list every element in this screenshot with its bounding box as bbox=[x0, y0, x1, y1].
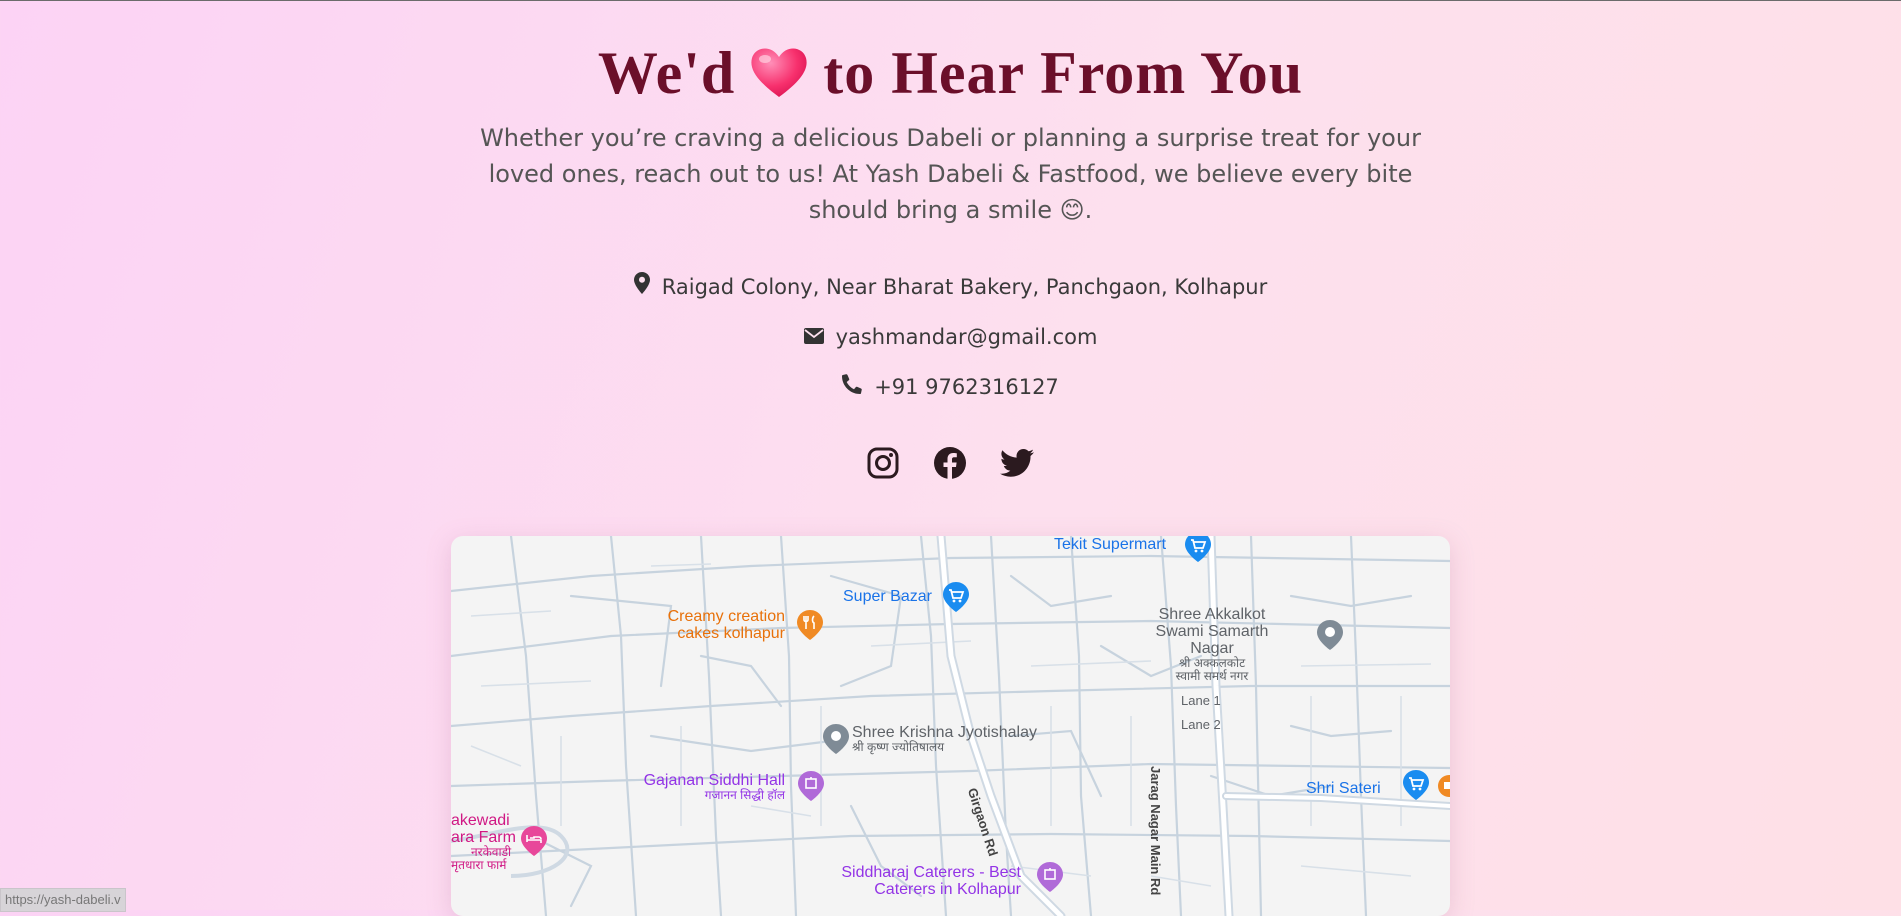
shopping-cart-icon[interactable] bbox=[1185, 536, 1211, 566]
intro-end: . bbox=[1084, 196, 1093, 224]
road-label-lane2: Lane 2 bbox=[1181, 717, 1221, 732]
event-venue-icon[interactable] bbox=[1037, 862, 1063, 896]
place-pin-icon[interactable] bbox=[823, 724, 849, 758]
facebook-icon[interactable] bbox=[933, 446, 967, 484]
contact-email[interactable]: yashmandar@gmail.com bbox=[0, 321, 1901, 352]
twitter-icon[interactable] bbox=[999, 449, 1034, 481]
akkalkot-line2: Swami Samarth Nagar bbox=[1155, 623, 1269, 657]
gajanan-line2: गजानन सिद्धी हॉल bbox=[704, 788, 785, 802]
smile-emoji: 😊 bbox=[1059, 196, 1085, 224]
place-pin-icon[interactable] bbox=[1317, 620, 1343, 654]
map-label-tekit-supermart[interactable]: Tekit Supermart bbox=[1054, 536, 1166, 553]
map-label-super-bazar[interactable]: Super Bazar bbox=[843, 588, 932, 605]
krishna-line1: Shree Krishna Jyotishalay bbox=[852, 724, 1037, 741]
krishna-line2: श्री कृष्ण ज्योतिषालय bbox=[852, 740, 945, 754]
road-label-jarag-nagar: Jarag Nagar Main Rd bbox=[1148, 766, 1163, 896]
phone-link[interactable]: +91 9762316127 bbox=[874, 375, 1059, 399]
road-label-lane1: Lane 1 bbox=[1181, 693, 1221, 708]
event-venue-icon[interactable] bbox=[798, 771, 824, 805]
map-label-siddharaj[interactable]: Siddharaj Caterers - Best Caterers in Kol… bbox=[831, 864, 1021, 898]
heart-icon bbox=[749, 44, 809, 114]
title-before: We'd bbox=[597, 40, 736, 106]
map-pin-icon bbox=[633, 272, 650, 302]
page-title: We'd to Hear From You bbox=[0, 38, 1901, 114]
map-label-creamy-creation[interactable]: Creamy creation cakes kolhapur bbox=[665, 608, 785, 642]
gajanan-line1: Gajanan Siddhi Hall bbox=[643, 772, 785, 789]
status-bar-url: https://yash-dabeli.v bbox=[0, 888, 126, 912]
top-border bbox=[0, 0, 1901, 1]
farm-line4: मृतधारा फार्म bbox=[451, 858, 507, 872]
title-after: to Hear From You bbox=[823, 40, 1304, 106]
shopping-cart-icon[interactable] bbox=[943, 582, 969, 616]
phone-icon bbox=[842, 372, 862, 402]
social-links bbox=[0, 446, 1901, 484]
embedded-map[interactable]: Tekit Supermart Super Bazar Creamy creat… bbox=[451, 536, 1450, 916]
siddharaj-line1: Siddharaj Caterers - Best bbox=[841, 864, 1021, 881]
farm-line2: ara Farm bbox=[451, 829, 516, 846]
intro-body: Whether you’re craving a delicious Dabel… bbox=[480, 124, 1421, 224]
creamy-line2: cakes kolhapur bbox=[677, 625, 785, 642]
map-label-farm[interactable]: akewadi ara Farm नरकेवाडी मृतधारा फार्म bbox=[451, 812, 516, 872]
restaurant-icon[interactable] bbox=[797, 610, 823, 644]
contact-phone[interactable]: +91 9762316127 bbox=[0, 371, 1901, 402]
siddharaj-line2: Caterers in Kolhapur bbox=[874, 881, 1021, 898]
intro-text: Whether you’re craving a delicious Dabel… bbox=[480, 120, 1421, 228]
akkalkot-line1: Shree Akkalkot bbox=[1158, 606, 1266, 623]
map-label-krishna[interactable]: Shree Krishna Jyotishalay श्री कृष्ण ज्यो… bbox=[852, 724, 1037, 754]
orange-place-icon[interactable] bbox=[1436, 774, 1450, 804]
email-link[interactable]: yashmandar@gmail.com bbox=[836, 325, 1098, 349]
farm-line1: akewadi bbox=[451, 812, 510, 829]
akkalkot-line4: स्वामी समर्थ नगर bbox=[1175, 669, 1249, 683]
instagram-icon[interactable] bbox=[867, 447, 899, 483]
lodging-icon[interactable] bbox=[521, 826, 547, 860]
map-label-shri-sateri[interactable]: Shri Sateri bbox=[1306, 780, 1381, 797]
contact-address: Raigad Colony, Near Bharat Bakery, Panch… bbox=[0, 271, 1901, 302]
shopping-cart-icon[interactable] bbox=[1403, 770, 1429, 804]
map-label-gajanan[interactable]: Gajanan Siddhi Hall गजानन सिद्धी हॉल bbox=[631, 772, 785, 802]
creamy-line1: Creamy creation bbox=[667, 608, 785, 625]
envelope-icon bbox=[803, 322, 824, 352]
address-text: Raigad Colony, Near Bharat Bakery, Panch… bbox=[661, 275, 1268, 299]
map-label-akkalkot[interactable]: Shree Akkalkot Swami Samarth Nagar श्री अक… bbox=[1137, 606, 1287, 683]
